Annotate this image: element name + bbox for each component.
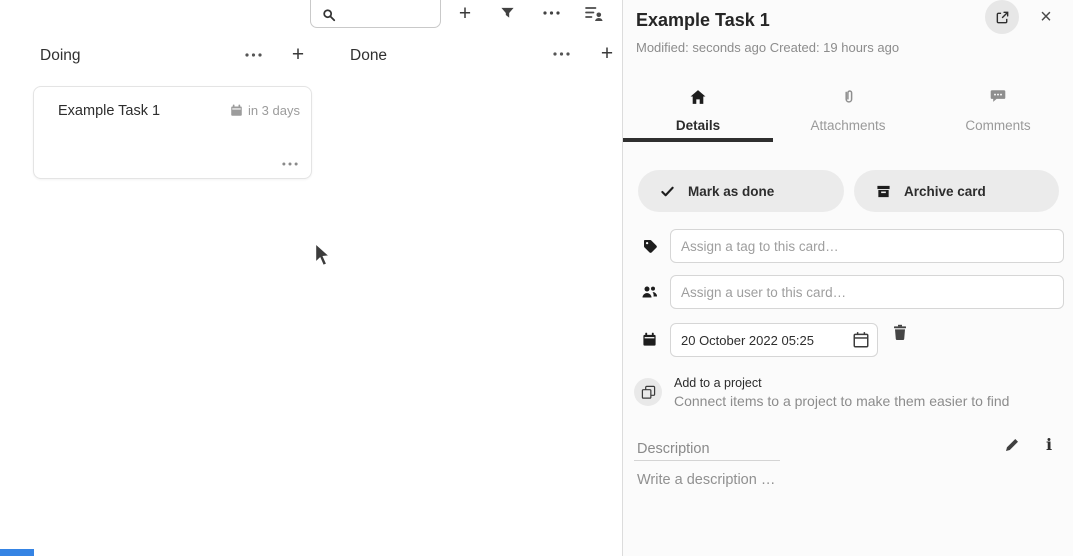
home-icon: [690, 89, 707, 106]
ellipsis-icon: [553, 52, 570, 56]
card-detail-panel: Example Task 1 Modified: seconds ago Cre…: [622, 0, 1073, 556]
active-tab-indicator: [623, 138, 773, 142]
archive-icon: [876, 184, 891, 199]
mark-as-done-button[interactable]: Mark as done: [638, 170, 844, 212]
search-input[interactable]: [343, 5, 435, 27]
due-date-value: 20 October 2022 05:25: [681, 333, 814, 348]
users-icon: [641, 284, 658, 300]
filter-funnel-icon: [500, 6, 515, 21]
tab-attachments-label: Attachments: [773, 118, 923, 133]
app-window: + Doing + Done + Example Task 1: [0, 0, 1073, 556]
archive-card-button[interactable]: Archive card: [854, 170, 1059, 212]
pencil-icon: [1004, 437, 1020, 453]
mark-as-done-label: Mark as done: [688, 184, 774, 199]
add-to-project-title: Add to a project: [674, 376, 762, 390]
doing-add-card-button[interactable]: +: [288, 42, 308, 68]
done-add-card-button[interactable]: +: [597, 41, 617, 67]
bottom-left-accent-bar: [0, 549, 34, 556]
doing-column-menu-button[interactable]: [245, 53, 262, 57]
trash-icon: [892, 324, 908, 341]
search-icon: [322, 8, 336, 22]
panel-meta: Modified: seconds ago Created: 19 hours …: [636, 40, 899, 55]
assign-tag-input[interactable]: [670, 229, 1064, 263]
add-card-button[interactable]: +: [455, 1, 475, 27]
due-label: in 3 days: [248, 103, 300, 118]
open-calendar-button[interactable]: [852, 331, 870, 349]
checkmark-icon: [660, 184, 675, 199]
add-to-project-button[interactable]: [634, 378, 662, 406]
task-card-title: Example Task 1: [58, 103, 160, 119]
due-date-field[interactable]: 20 October 2022 05:25: [670, 323, 878, 357]
tab-comments[interactable]: Comments: [923, 84, 1073, 138]
tab-attachments[interactable]: Attachments: [773, 84, 923, 138]
external-link-icon: [995, 10, 1010, 25]
done-column-menu-button[interactable]: [553, 52, 570, 56]
card-menu-button[interactable]: [282, 162, 298, 166]
ellipsis-icon: [282, 162, 298, 166]
column-title-done: Done: [350, 47, 387, 65]
tag-icon: [642, 238, 658, 254]
column-title-doing: Doing: [40, 47, 81, 65]
list-person-icon: [585, 5, 604, 22]
paperclip-icon: [840, 89, 856, 106]
description-divider: [634, 460, 780, 461]
comment-icon: [990, 89, 1006, 103]
calendar-icon: [642, 332, 657, 347]
assigned-view-button[interactable]: [585, 5, 604, 22]
tab-details[interactable]: Details: [623, 84, 773, 138]
calendar-outline-icon: [852, 331, 870, 349]
description-label: Description: [637, 441, 710, 457]
projects-icon: [641, 385, 656, 400]
filter-button[interactable]: [500, 6, 515, 21]
calendar-icon: [230, 104, 243, 117]
board-menu-button[interactable]: [543, 11, 560, 15]
ellipsis-icon: [543, 11, 560, 15]
description-info-button[interactable]: i: [1040, 434, 1058, 455]
close-panel-button[interactable]: ×: [1033, 3, 1059, 29]
tab-details-label: Details: [623, 118, 773, 133]
add-to-project-subtitle: Connect items to a project to make them …: [674, 393, 1009, 409]
search-input-container[interactable]: [310, 0, 441, 28]
remove-due-date-button[interactable]: [892, 324, 908, 341]
panel-title: Example Task 1: [636, 10, 770, 31]
ellipsis-icon: [245, 53, 262, 57]
mouse-cursor: [314, 242, 336, 272]
tab-comments-label: Comments: [923, 118, 1073, 133]
task-card[interactable]: Example Task 1 in 3 days: [33, 86, 312, 179]
description-placeholder[interactable]: Write a description …: [637, 472, 775, 488]
edit-description-button[interactable]: [1004, 437, 1020, 453]
assign-user-input[interactable]: [670, 275, 1064, 309]
task-card-due: in 3 days: [230, 103, 300, 118]
archive-card-label: Archive card: [904, 184, 986, 199]
popout-button[interactable]: [985, 0, 1019, 34]
